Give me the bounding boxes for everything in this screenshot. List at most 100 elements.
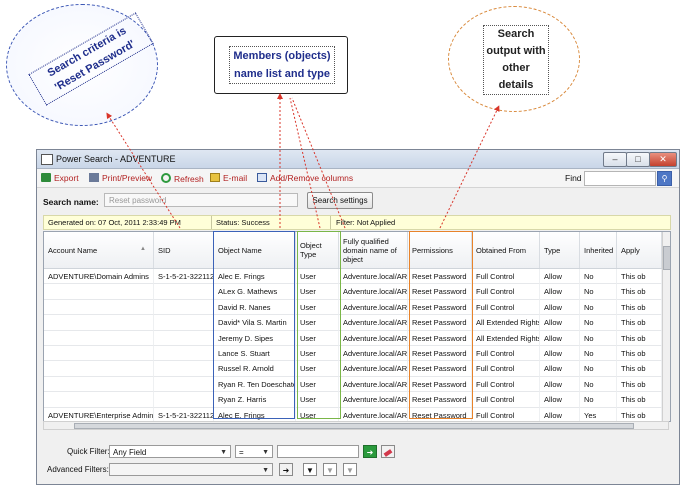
quick-filter-field-select[interactable]: Any Field ▼	[109, 445, 231, 458]
status-divider	[330, 216, 331, 229]
table-row[interactable]: David* Vila S. Martin User Adventure.local…	[44, 315, 662, 331]
cell-inherited: No	[580, 376, 617, 393]
quick-filter-operator-select[interactable]: = ▼	[235, 445, 273, 458]
cell-obtained-from: Full Control	[472, 361, 540, 377]
refresh-button[interactable]: Refresh	[161, 173, 204, 184]
column-header-sid[interactable]: SID	[154, 232, 214, 268]
column-header-type[interactable]: Type	[540, 232, 580, 268]
generated-on-text: Generated on: 07 Oct, 2011 2:33:49 PM	[48, 218, 181, 227]
export-button[interactable]: Export	[41, 173, 79, 183]
table-row[interactable]: Russel R. Arnold User Adventure.local/AR Re…	[44, 361, 662, 377]
table-row[interactable]: Ryan R. Ten Doeschate User Adventure.local…	[44, 376, 662, 393]
cell-obtained-from: Full Control	[472, 407, 540, 421]
chevron-down-icon: ▼	[262, 467, 269, 474]
table-row[interactable]: ALex G. Mathews User Adventure.local/AR Res…	[44, 284, 662, 300]
cell-obtained-from: Full Control	[472, 284, 540, 300]
eraser-icon[interactable]	[381, 445, 395, 458]
table-row[interactable]: ADVENTURE\Domain Admins S-1-5-21-322112 Al…	[44, 269, 662, 285]
cell-type: Allow	[540, 315, 580, 331]
results-grid: Account Name ▲ SID Object Name Object Type Fu…	[43, 231, 671, 422]
minimize-button[interactable]: –	[603, 152, 627, 167]
cell-sid: S-1-5-21-322112	[154, 407, 214, 421]
filter-icon[interactable]: ▼	[303, 463, 317, 476]
cell-apply: This ob	[617, 284, 662, 300]
window-title: Power Search - ADVENTURE	[56, 154, 176, 164]
cell-apply: This ob	[617, 269, 662, 285]
chevron-down-icon: ▼	[262, 449, 269, 456]
cell-fqdn: Adventure.local/AR	[339, 284, 408, 300]
table-row[interactable]: David R. Nanes User Adventure.local/AR Rese…	[44, 299, 662, 316]
cell-obtained-from: All Extended Rights	[472, 330, 540, 346]
table-row[interactable]: Lance S. Stuart User Adventure.local/AR Res…	[44, 346, 662, 362]
cell-sid	[154, 330, 214, 346]
cell-type: Allow	[540, 407, 580, 421]
column-header-obtained-from[interactable]: Obtained From	[472, 232, 540, 268]
cell-type: Allow	[540, 284, 580, 300]
filter-icon[interactable]: ▼	[323, 463, 337, 476]
apply-arrow-icon[interactable]: ➜	[279, 463, 293, 476]
cell-sid	[154, 299, 214, 316]
cell-type: Allow	[540, 330, 580, 346]
cell-inherited: No	[580, 361, 617, 377]
cell-inherited: No	[580, 346, 617, 362]
cell-account-name	[44, 361, 154, 377]
toolbar: Export Print/Preview Refresh E-mail Add/…	[37, 169, 679, 188]
cell-sid	[154, 346, 214, 362]
cell-type: Allow	[540, 392, 580, 408]
cell-inherited: No	[580, 284, 617, 300]
search-icon[interactable]: ⚲	[657, 171, 672, 186]
cell-inherited: No	[580, 299, 617, 316]
cell-account-name	[44, 315, 154, 331]
maximize-button[interactable]: □	[626, 152, 650, 167]
column-header-fqdn[interactable]: Fully qualified domain name of object	[339, 232, 408, 268]
search-criteria-callout: Search criteria is 'Reset Password'	[6, 4, 158, 126]
advanced-filters-select[interactable]: ▼	[109, 463, 273, 476]
table-row[interactable]: Ryan Z. Harris User Adventure.local/AR Rese…	[44, 392, 662, 408]
print-preview-button[interactable]: Print/Preview	[89, 173, 152, 183]
cell-type: Allow	[540, 269, 580, 285]
email-button[interactable]: E-mail	[210, 173, 247, 183]
cell-fqdn: Adventure.local/AR	[339, 269, 408, 285]
cell-apply: This ob	[617, 346, 662, 362]
search-name-input[interactable]: Reset password	[104, 193, 298, 207]
filter-icon[interactable]: ▼	[343, 463, 357, 476]
cell-type: Allow	[540, 376, 580, 393]
search-output-callout-text: Search output with other details	[483, 25, 549, 95]
apply-arrow-icon[interactable]: ➜	[363, 445, 377, 458]
filter-text: Filter: Not Applied	[336, 218, 396, 227]
refresh-icon	[161, 173, 171, 183]
quick-filter-value-input[interactable]	[277, 445, 359, 458]
table-row[interactable]: Jeremy D. Sipes User Adventure.local/AR Res…	[44, 330, 662, 346]
table-row[interactable]: ADVENTURE\Enterprise Admins S-1-5-21-3221…	[44, 407, 662, 421]
advanced-filters-label: Advanced Filters:	[47, 465, 109, 474]
cell-account-name	[44, 392, 154, 408]
cell-obtained-from: Full Control	[472, 299, 540, 316]
status-bar: Generated on: 07 Oct, 2011 2:33:49 PM St…	[43, 215, 671, 230]
horizontal-scrollbar[interactable]	[43, 421, 669, 430]
cell-obtained-from: All Extended Rights	[472, 315, 540, 331]
find-input[interactable]	[584, 171, 656, 186]
add-remove-columns-button[interactable]: Add/Remove columns	[257, 173, 353, 183]
column-header-inherited[interactable]: Inherited	[580, 232, 617, 268]
cell-account-name	[44, 330, 154, 346]
search-settings-button[interactable]: Search settings	[307, 192, 373, 209]
cell-obtained-from: Full Control	[472, 392, 540, 408]
cell-apply: This ob	[617, 361, 662, 377]
search-criteria-callout-text: Search criteria is 'Reset Password'	[28, 12, 154, 106]
horizontal-scroll-thumb[interactable]	[74, 423, 634, 429]
quick-filter-label: Quick Filter:	[67, 447, 110, 456]
close-button[interactable]: ✕	[649, 152, 677, 167]
cell-sid	[154, 284, 214, 300]
find-label: Find	[565, 173, 582, 183]
cell-fqdn: Adventure.local/AR	[339, 361, 408, 377]
vertical-scroll-thumb[interactable]	[663, 246, 670, 270]
search-name-row: Search name: Reset password Search setti…	[37, 188, 679, 214]
column-header-apply[interactable]: Apply	[617, 232, 662, 268]
title-bar: Power Search - ADVENTURE – □ ✕	[37, 150, 679, 169]
cell-sid	[154, 315, 214, 331]
cell-apply: This ob	[617, 407, 662, 421]
cell-obtained-from: Full Control	[472, 346, 540, 362]
cell-account-name	[44, 376, 154, 393]
column-header-account-name[interactable]: Account Name	[44, 232, 154, 268]
cell-obtained-from: Full Control	[472, 376, 540, 393]
